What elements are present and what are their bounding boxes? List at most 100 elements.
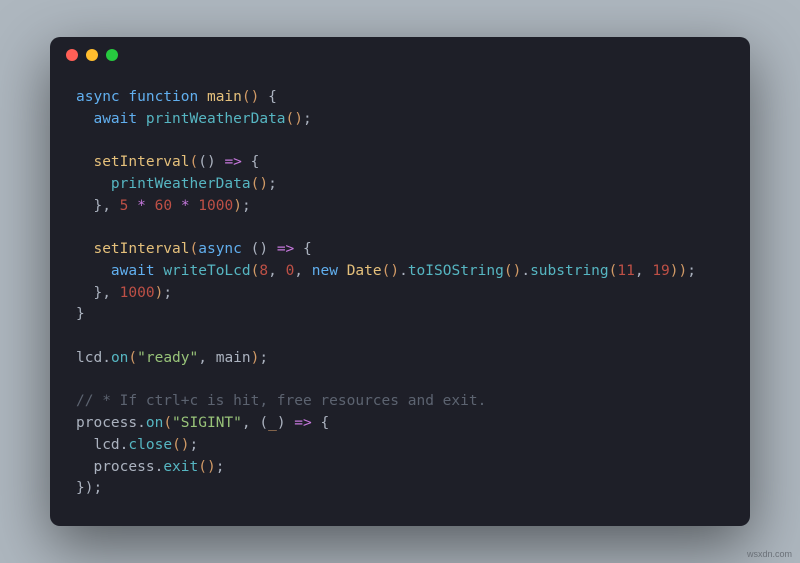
code-token: {: [294, 241, 311, 257]
code-token: }: [76, 285, 102, 301]
code-token: setInterval: [93, 154, 189, 170]
code-token: main: [207, 89, 242, 105]
code-token: [198, 89, 207, 105]
code-token: ;: [163, 285, 172, 301]
code-token: [76, 176, 111, 192]
code-token: ;: [687, 263, 696, 279]
code-token: *: [181, 198, 190, 214]
code-token: await: [93, 111, 137, 127]
code-token: (: [163, 415, 172, 431]
code-token: [190, 198, 199, 214]
code-token: [338, 263, 347, 279]
code-token: ;: [242, 198, 251, 214]
minimize-icon[interactable]: [86, 49, 98, 61]
code-token: ,: [242, 415, 259, 431]
code-token: ): [277, 415, 286, 431]
code-token: (: [259, 415, 268, 431]
code-token: [146, 198, 155, 214]
code-token: *: [137, 198, 146, 214]
code-token: [155, 263, 164, 279]
code-token: ,: [102, 198, 119, 214]
code-token: [268, 241, 277, 257]
code-token: {: [242, 154, 259, 170]
code-token: {: [259, 89, 276, 105]
code-token: ;: [268, 176, 277, 192]
code-token: ;: [303, 111, 312, 127]
code-token: (): [251, 241, 268, 257]
code-token: 11: [617, 263, 634, 279]
code-token: 0: [286, 263, 295, 279]
code-token: on: [111, 350, 128, 366]
code-editor: async function main() { await printWeath…: [50, 73, 750, 526]
code-token: new: [312, 263, 338, 279]
code-token: 60: [155, 198, 172, 214]
code-token: 19: [652, 263, 669, 279]
code-token: (): [198, 459, 215, 475]
code-token: ,: [102, 285, 119, 301]
code-token: (: [190, 241, 199, 257]
code-token: lcd: [76, 350, 102, 366]
code-token: close: [128, 437, 172, 453]
code-token: }: [76, 198, 102, 214]
code-token: exit: [163, 459, 198, 475]
code-token: 8: [259, 263, 268, 279]
code-token: async: [198, 241, 242, 257]
code-token: .: [137, 415, 146, 431]
code-token: ,: [635, 263, 652, 279]
code-token: =>: [294, 415, 311, 431]
code-token: [76, 154, 93, 170]
code-token: ;: [93, 480, 102, 496]
code-token: [76, 111, 93, 127]
code-token: setInterval: [93, 241, 189, 257]
code-token: printWeatherData: [146, 111, 286, 127]
code-token: ;: [216, 459, 225, 475]
code-token: Date: [347, 263, 382, 279]
code-token: )): [670, 263, 687, 279]
code-window: async function main() { await printWeath…: [50, 37, 750, 526]
code-token: [242, 241, 251, 257]
code-token: substring: [530, 263, 609, 279]
code-token: 1000: [198, 198, 233, 214]
code-token: [172, 198, 181, 214]
window-titlebar: [50, 37, 750, 73]
code-token: ,: [198, 350, 215, 366]
code-token: ): [233, 198, 242, 214]
code-token: (): [286, 111, 303, 127]
code-token: 1000: [120, 285, 155, 301]
code-token: ,: [268, 263, 285, 279]
code-token: .: [399, 263, 408, 279]
code-token: (: [190, 154, 199, 170]
code-token: "ready": [137, 350, 198, 366]
code-token: printWeatherData: [111, 176, 251, 192]
code-token: main: [216, 350, 251, 366]
code-token: on: [146, 415, 163, 431]
code-token: process: [76, 415, 137, 431]
code-token: .: [155, 459, 164, 475]
code-token: writeToLcd: [163, 263, 250, 279]
code-token: "SIGINT": [172, 415, 242, 431]
code-token: (): [198, 154, 215, 170]
code-token: [76, 263, 111, 279]
code-token: function: [128, 89, 198, 105]
code-token: [76, 437, 93, 453]
code-token: await: [111, 263, 155, 279]
code-token: {: [312, 415, 329, 431]
code-token: =>: [224, 154, 241, 170]
code-token: process: [93, 459, 154, 475]
code-token: ;: [259, 350, 268, 366]
code-token: ,: [294, 263, 311, 279]
code-token: ;: [190, 437, 199, 453]
code-token: (): [251, 176, 268, 192]
zoom-icon[interactable]: [106, 49, 118, 61]
code-token: (): [382, 263, 399, 279]
close-icon[interactable]: [66, 49, 78, 61]
code-token: [76, 459, 93, 475]
code-token: .: [102, 350, 111, 366]
watermark: wsxdn.com: [747, 549, 792, 559]
code-token: [286, 415, 295, 431]
code-token: (): [242, 89, 259, 105]
code-token: =>: [277, 241, 294, 257]
code-token: .: [521, 263, 530, 279]
code-token: }): [76, 480, 93, 496]
code-token: toISOString: [408, 263, 504, 279]
